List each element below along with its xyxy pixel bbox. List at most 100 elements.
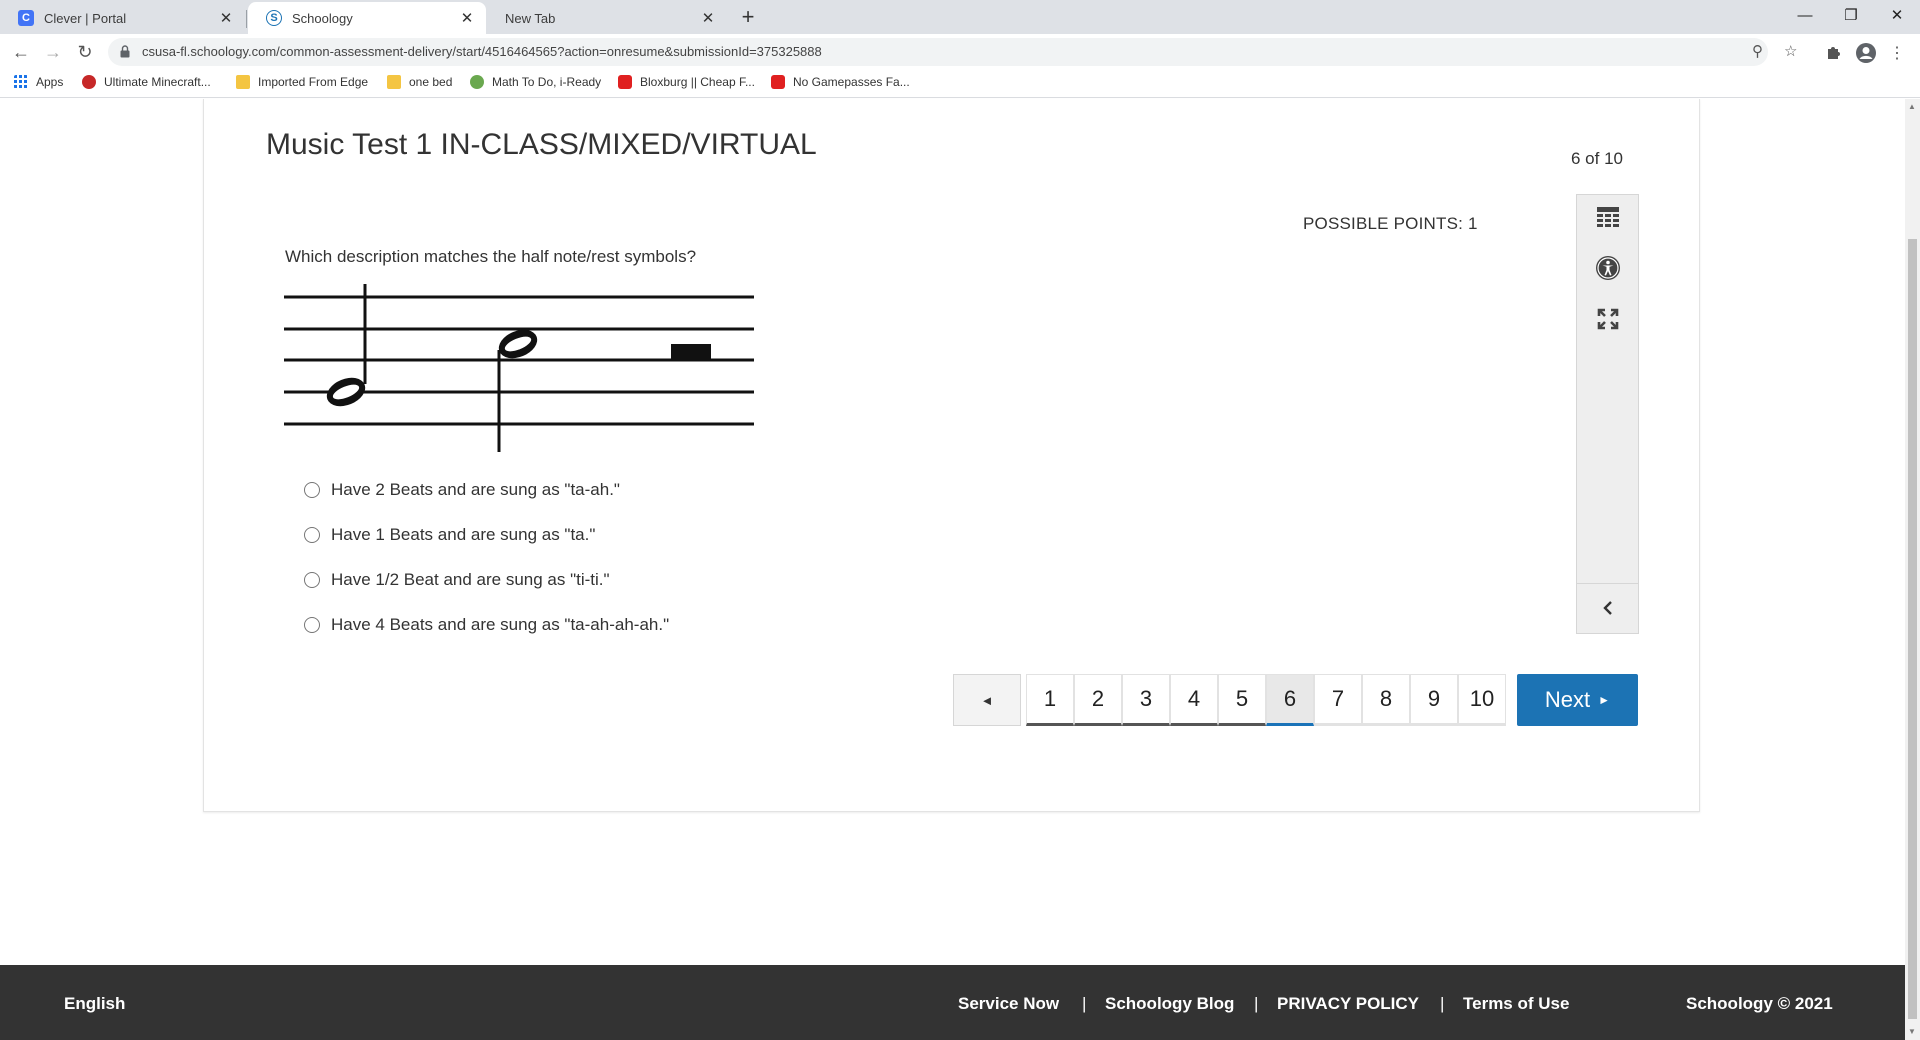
page-button-1[interactable]: 1 — [1026, 674, 1074, 726]
page-button-10[interactable]: 10 — [1458, 674, 1506, 726]
answer-choice-2[interactable]: Have 1 Beats and are sung as "ta." — [304, 525, 595, 545]
zoom-icon[interactable]: ⚲ — [1752, 42, 1763, 60]
next-question-button[interactable]: Next ► — [1517, 674, 1638, 726]
bookmark-label: Math To Do, i-Ready — [492, 75, 602, 89]
restore-icon[interactable]: ❐ — [1828, 0, 1874, 30]
bookmark-label: No Gamepasses Fa... — [793, 75, 910, 89]
question-counter: 6 of 10 — [1571, 149, 1623, 168]
new-tab-plus-icon[interactable]: + — [735, 5, 761, 31]
tools-divider — [1577, 583, 1638, 584]
answer-choice-label: Have 2 Beats and are sung as "ta-ah." — [331, 480, 620, 499]
minimize-icon[interactable]: — — [1782, 0, 1828, 30]
bookmark-label: Bloxburg || Cheap F... — [640, 75, 755, 89]
bookmark-star-icon[interactable]: ☆ — [1784, 42, 1797, 60]
answer-choice-label: Have 1/2 Beat and are sung as "ti-ti." — [331, 570, 610, 589]
page-button-8[interactable]: 8 — [1362, 674, 1410, 726]
answer-choice-3[interactable]: Have 1/2 Beat and are sung as "ti-ti." — [304, 570, 610, 590]
possible-points: POSSIBLE POINTS: 1 — [1303, 214, 1478, 233]
url-text: csusa-fl.schoology.com/common-assessment… — [142, 44, 822, 59]
bookmark-label: Imported From Edge — [258, 75, 369, 89]
forward-arrow-icon[interactable]: → — [41, 40, 65, 64]
footer-copyright: Schoology © 2021 — [1686, 994, 1833, 1013]
play-arrow-icon: ► — [1598, 693, 1611, 707]
radio-button[interactable] — [304, 617, 320, 633]
site-footer: English Service Now | Schoology Blog | P… — [0, 965, 1905, 1040]
radio-button[interactable] — [304, 527, 320, 543]
browser-toolbar: ← → ↻ csusa-fl.schoology.com/common-asse… — [0, 34, 1920, 70]
bookmark-math-to-do[interactable]: Math To Do, i-Ready — [470, 75, 601, 89]
tab-title: New Tab — [505, 10, 556, 26]
assessment-card: Music Test 1 IN-CLASS/MIXED/VIRTUAL 6 of… — [203, 99, 1700, 812]
footer-link-schoology-blog[interactable]: Schoology Blog — [1105, 994, 1234, 1014]
footer-separator: | — [1440, 994, 1445, 1013]
youtube-icon — [618, 75, 632, 89]
page-button-5[interactable]: 5 — [1218, 674, 1266, 726]
tab-title: Schoology — [292, 10, 353, 26]
calculator-icon[interactable] — [1577, 200, 1638, 234]
next-button-label: Next — [1544, 687, 1591, 712]
bookmark-label: Ultimate Minecraft... — [104, 75, 211, 89]
bookmark-one-bed[interactable]: one bed — [387, 75, 452, 89]
previous-question-button[interactable]: ◄ — [953, 674, 1021, 726]
footer-link-service-now[interactable]: Service Now — [958, 994, 1059, 1014]
accessibility-icon[interactable] — [1577, 251, 1638, 285]
page-button-6-current[interactable]: 6 — [1266, 674, 1314, 726]
answer-choice-1[interactable]: Have 2 Beats and are sung as "ta-ah." — [304, 480, 620, 500]
page-button-4[interactable]: 4 — [1170, 674, 1218, 726]
answer-choice-4[interactable]: Have 4 Beats and are sung as "ta-ah-ah-a… — [304, 615, 669, 635]
tab-title: Clever | Portal — [44, 10, 127, 26]
folder-icon — [387, 75, 401, 89]
reload-icon[interactable]: ↻ — [73, 40, 97, 64]
tab-clever[interactable]: C Clever | Portal ✕ — [0, 2, 245, 34]
browser-tab-strip: C Clever | Portal ✕ S Schoology ✕ New Ta… — [0, 0, 1920, 34]
bookmark-imported-from-edge[interactable]: Imported From Edge — [236, 75, 368, 89]
lock-icon — [120, 45, 130, 58]
clever-favicon-icon: C — [18, 10, 34, 26]
bookmark-no-gamepasses[interactable]: No Gamepasses Fa... — [771, 75, 910, 89]
footer-separator: | — [1082, 994, 1087, 1013]
back-arrow-icon[interactable]: ← — [9, 40, 33, 64]
bookmark-bloxburg[interactable]: Bloxburg || Cheap F... — [618, 75, 755, 89]
radio-button[interactable] — [304, 482, 320, 498]
bookmark-label: one bed — [409, 75, 453, 89]
bookmark-label: Apps — [36, 75, 64, 89]
bookmark-ultimate-minecraft[interactable]: Ultimate Minecraft... — [82, 75, 211, 89]
answer-choice-label: Have 4 Beats and are sung as "ta-ah-ah-a… — [331, 615, 670, 634]
close-tab-icon[interactable]: ✕ — [699, 9, 717, 27]
page-button-2[interactable]: 2 — [1074, 674, 1122, 726]
tab-new-tab[interactable]: New Tab ✕ — [487, 2, 727, 34]
apps-grid-icon — [14, 75, 27, 88]
folder-icon — [236, 75, 250, 89]
tab-schoology[interactable]: S Schoology ✕ — [248, 2, 486, 34]
bookmarks-bar: Apps Ultimate Minecraft... Imported From… — [0, 70, 1920, 98]
page-scrollbar[interactable]: ▲ ▼ — [1905, 99, 1920, 1040]
tab-divider — [246, 10, 247, 28]
window-close-icon[interactable]: ✕ — [1874, 0, 1920, 30]
half-note-rest-notation-image — [284, 284, 754, 452]
extensions-puzzle-icon[interactable] — [1822, 42, 1844, 64]
bookmark-apps[interactable]: Apps — [14, 75, 63, 89]
scroll-up-arrow-icon[interactable]: ▲ — [1908, 102, 1916, 111]
browser-menu-icon[interactable]: ⋮ — [1886, 42, 1908, 64]
page-viewport: Music Test 1 IN-CLASS/MIXED/VIRTUAL 6 of… — [0, 99, 1905, 1040]
scrollbar-thumb[interactable] — [1908, 239, 1917, 1019]
close-tab-icon[interactable]: ✕ — [217, 9, 235, 27]
footer-link-privacy-policy[interactable]: PRIVACY POLICY — [1277, 994, 1419, 1014]
question-text: Which description matches the half note/… — [285, 247, 697, 266]
radio-button[interactable] — [304, 572, 320, 588]
footer-link-terms-of-use[interactable]: Terms of Use — [1463, 994, 1569, 1014]
address-bar[interactable]: csusa-fl.schoology.com/common-assessment… — [108, 38, 1797, 66]
scroll-down-arrow-icon[interactable]: ▼ — [1908, 1027, 1916, 1036]
fullscreen-icon[interactable] — [1577, 302, 1638, 336]
youtube-icon — [771, 75, 785, 89]
close-tab-icon[interactable]: ✕ — [458, 9, 476, 27]
schoology-favicon-icon: S — [266, 10, 282, 26]
collapse-icon[interactable] — [1577, 591, 1638, 625]
minecraft-favicon-icon — [82, 75, 96, 89]
profile-avatar-icon[interactable] — [1855, 42, 1877, 64]
page-button-9[interactable]: 9 — [1410, 674, 1458, 726]
page-button-7[interactable]: 7 — [1314, 674, 1362, 726]
iready-favicon-icon — [470, 75, 484, 89]
page-button-3[interactable]: 3 — [1122, 674, 1170, 726]
language-selector[interactable]: English — [64, 994, 125, 1014]
